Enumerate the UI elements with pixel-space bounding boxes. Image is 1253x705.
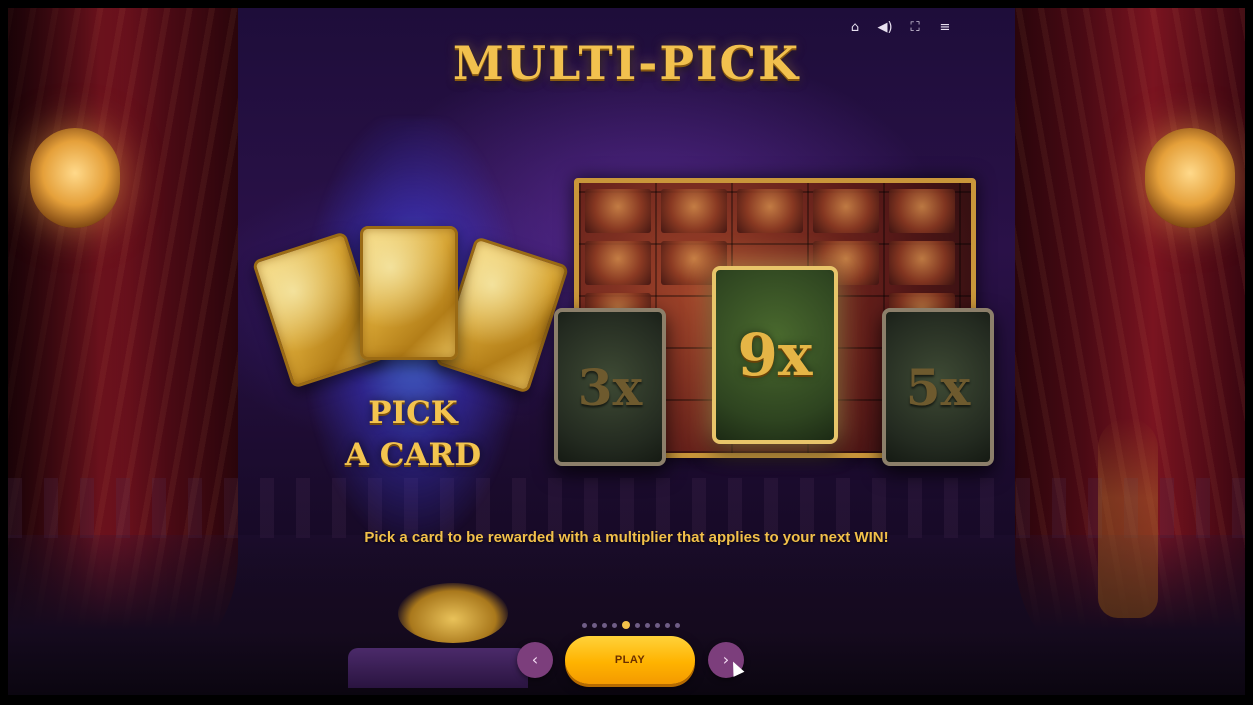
chevron-left-icon: ‹ xyxy=(531,650,539,669)
reel-symbol xyxy=(813,189,879,233)
right-edge xyxy=(1245,0,1253,705)
page-dot[interactable] xyxy=(675,622,680,628)
reel-symbol xyxy=(889,189,955,233)
reel-symbol xyxy=(585,189,651,233)
page-dot[interactable] xyxy=(665,622,670,628)
multiplier-card-9x[interactable]: 9x xyxy=(712,266,838,444)
multiplier-value: 3x xyxy=(577,357,643,417)
sound-icon[interactable]: ◀) xyxy=(877,20,893,36)
left-lantern xyxy=(30,128,120,228)
play-button-label: PLAY xyxy=(614,654,646,666)
page-dot[interactable] xyxy=(645,622,650,628)
multiplier-value: 9x xyxy=(737,321,813,389)
page-dot[interactable] xyxy=(655,622,660,628)
page-dot-active[interactable] xyxy=(622,621,630,629)
feature-description: Pick a card to be rewarded with a multip… xyxy=(364,529,889,546)
page-dot[interactable] xyxy=(635,622,640,628)
left-edge xyxy=(0,0,8,705)
pick-line-1: PICK xyxy=(368,395,458,431)
hookah xyxy=(1098,418,1158,618)
top-toolbar: ⌂ ◀) ⛶ ≡ xyxy=(847,20,953,36)
home-icon[interactable]: ⌂ xyxy=(847,20,863,36)
status-bar xyxy=(0,695,1253,705)
top-edge xyxy=(0,0,1253,8)
page-dot[interactable] xyxy=(602,622,607,628)
feature-title: MULTI-PICK xyxy=(452,36,801,90)
multiplier-card-3x[interactable]: 3x xyxy=(554,308,666,466)
lamp-pedestal xyxy=(348,648,528,688)
previous-page-button[interactable]: ‹ xyxy=(517,642,553,678)
game-viewport: ⌂ ◀) ⛶ ≡ MULTI-PICK PICK A CARD 3x 9x 5x… xyxy=(8,8,1245,695)
reel-symbol xyxy=(737,189,803,233)
fullscreen-icon[interactable]: ⛶ xyxy=(907,20,923,36)
page-dot[interactable] xyxy=(612,622,617,628)
reel-symbol xyxy=(661,189,727,233)
magic-lamp xyxy=(398,583,508,643)
pick-line-2: A CARD xyxy=(344,437,482,473)
page-dot[interactable] xyxy=(582,622,587,628)
reel-symbol xyxy=(585,241,651,285)
reel-symbol xyxy=(889,241,955,285)
pick-a-card-text: PICK A CARD xyxy=(318,392,508,476)
right-lantern xyxy=(1145,128,1235,228)
multiplier-card-5x[interactable]: 5x xyxy=(882,308,994,466)
page-dot[interactable] xyxy=(592,622,597,628)
multiplier-value: 5x xyxy=(905,357,971,417)
play-button[interactable]: PLAY xyxy=(565,636,695,684)
page-indicator xyxy=(582,621,680,629)
gold-card-center xyxy=(360,226,458,360)
menu-icon[interactable]: ≡ xyxy=(937,20,953,36)
